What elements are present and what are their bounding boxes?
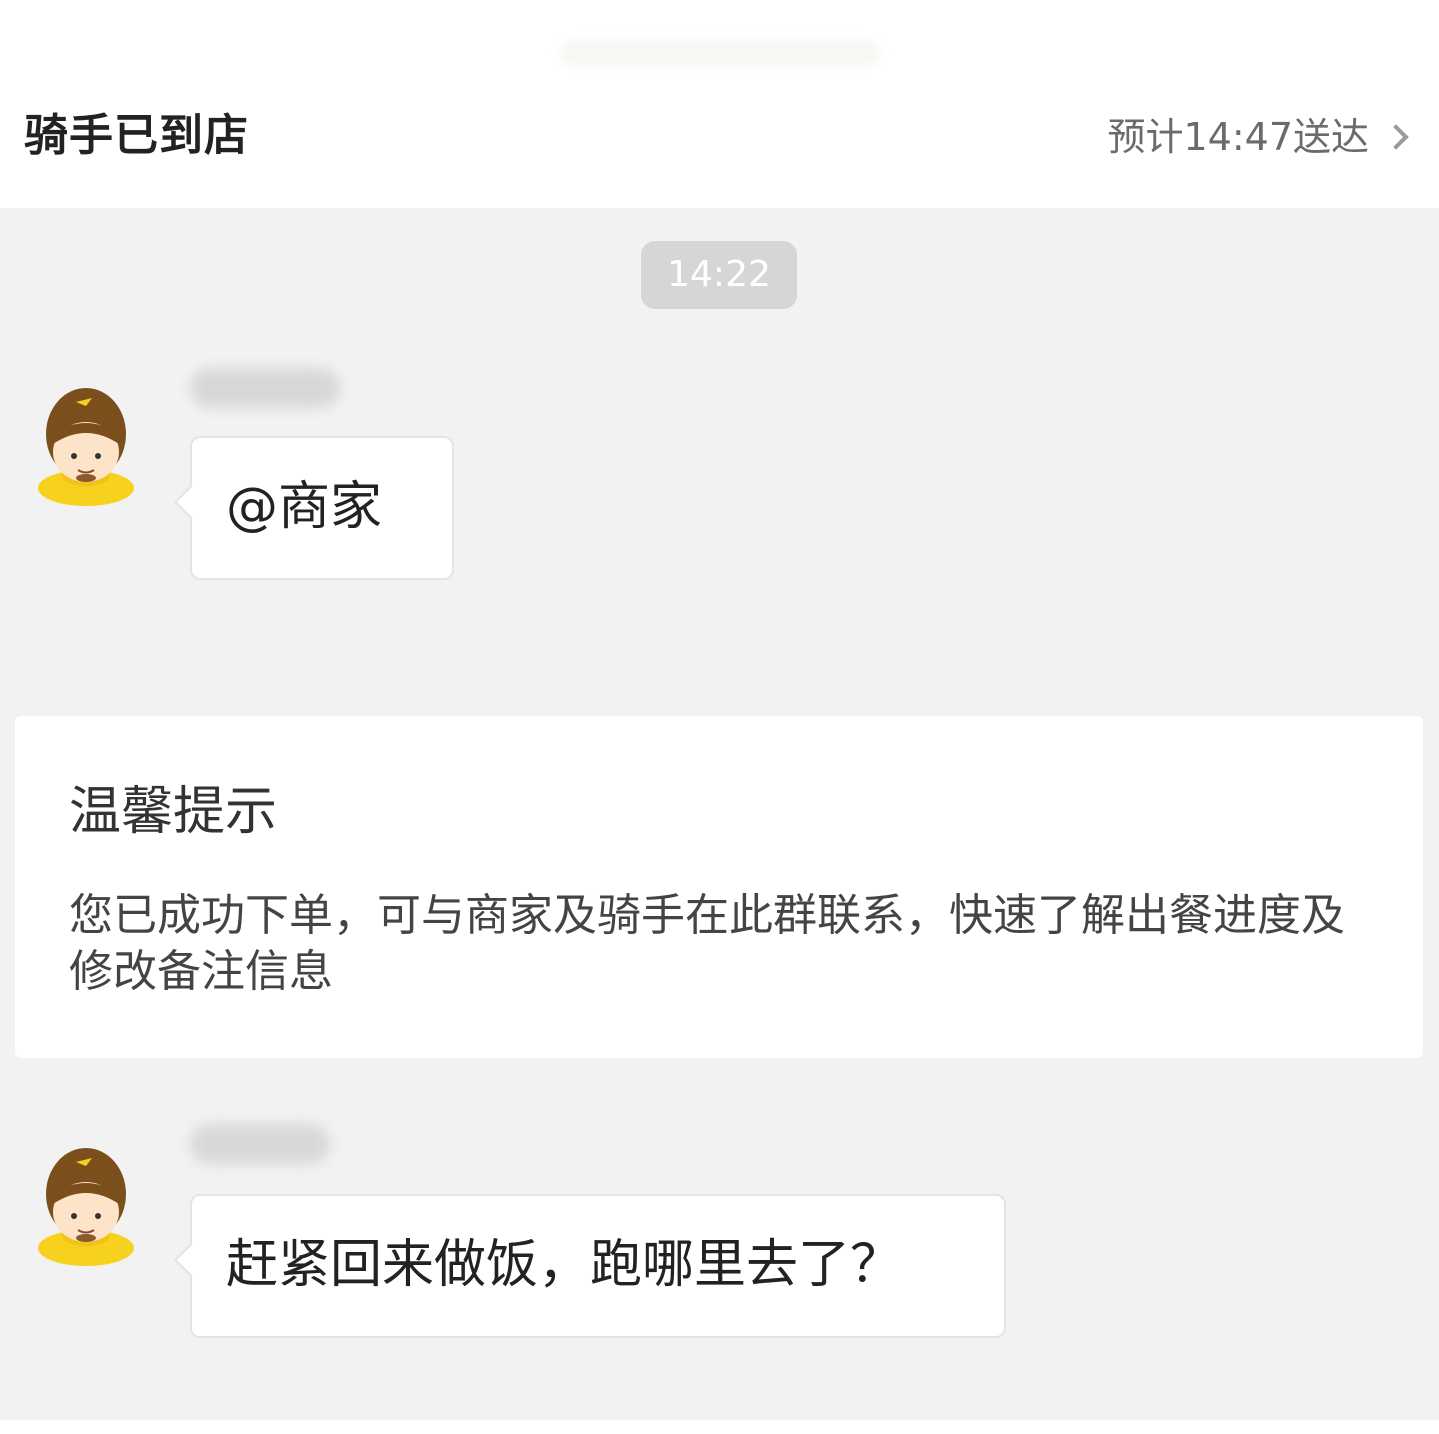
message-bubble[interactable]: 赶紧回来做饭，跑哪里去了？	[190, 1194, 1006, 1338]
message-bubble[interactable]: @商家	[190, 436, 454, 580]
rider-avatar-icon[interactable]	[36, 1136, 136, 1266]
eta-link[interactable]: 预计14:47送达	[1107, 110, 1411, 164]
tip-card: 温馨提示 您已成功下单，可与商家及骑手在此群联系，快速了解出餐进度及修改备注信息	[15, 716, 1423, 1058]
eta-text: 预计14:47送达	[1107, 115, 1369, 159]
tip-body: 您已成功下单，可与商家及骑手在此群联系，快速了解出餐进度及修改备注信息	[69, 890, 1345, 997]
page-title: 骑手已到店	[24, 110, 249, 161]
chat-area[interactable]: 14:22 @商家 温馨提示 您已成功下单，可与商家及骑手在此群联系，快速了解出…	[0, 208, 1439, 1420]
message-text: @商家	[226, 477, 383, 537]
status-bar-blurred	[560, 40, 880, 66]
sender-name-blurred	[190, 1124, 330, 1164]
rider-avatar-icon[interactable]	[36, 376, 136, 506]
app-header: 骑手已到店 预计14:47送达	[0, 0, 1439, 208]
message-text: 赶紧回来做饭，跑哪里去了？	[226, 1235, 903, 1295]
timestamp-pill: 14:22	[641, 241, 797, 309]
tip-title: 温馨提示	[69, 782, 278, 842]
bottom-edge	[0, 1420, 1439, 1434]
chevron-right-icon	[1383, 124, 1409, 150]
sender-name-blurred	[190, 368, 340, 408]
